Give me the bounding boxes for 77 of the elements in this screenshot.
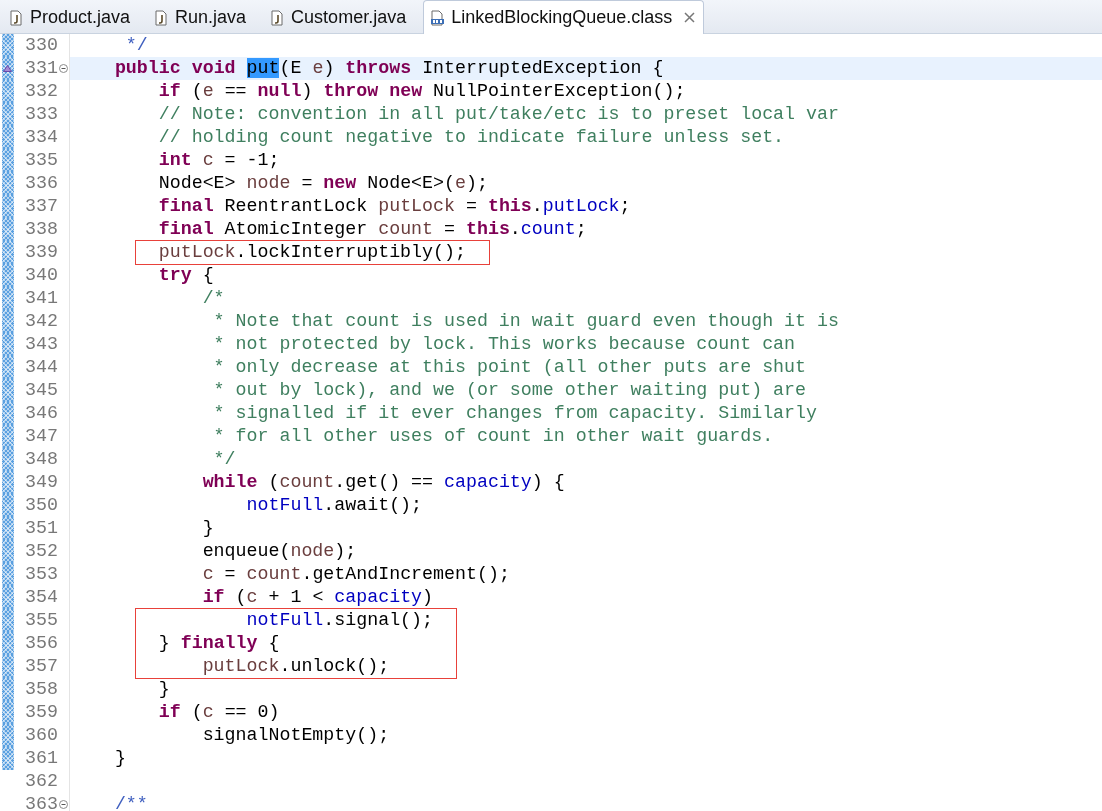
file-icon bbox=[430, 9, 446, 26]
editor-tab[interactable]: Run.java bbox=[147, 1, 262, 33]
line-number: 356 bbox=[24, 632, 58, 655]
line-number: 355 bbox=[24, 609, 58, 632]
code-line: * only decrease at this point (all other puts are shut bbox=[212, 356, 808, 379]
line-number: 339 bbox=[24, 241, 58, 264]
file-icon bbox=[270, 9, 286, 26]
line-number: 351 bbox=[24, 517, 58, 540]
line-number: 359 bbox=[24, 701, 58, 724]
collapse-icon[interactable] bbox=[59, 800, 68, 809]
line-number: 350 bbox=[24, 494, 58, 517]
code-line: * not protected by lock. This works because count can bbox=[212, 333, 797, 356]
code-line: * out by lock), and we (or some other waiting put) are bbox=[212, 379, 808, 402]
file-icon bbox=[154, 9, 170, 26]
line-number: 338 bbox=[24, 218, 58, 241]
code-line: notFull.await(); bbox=[245, 494, 424, 517]
line-number: 353 bbox=[24, 563, 58, 586]
code-line: } bbox=[157, 678, 171, 701]
code-line: } bbox=[113, 747, 127, 770]
editor-tab[interactable]: LinkedBlockingQueue.class bbox=[423, 0, 705, 34]
line-number: 341 bbox=[24, 287, 58, 310]
line-number: 332 bbox=[24, 80, 58, 103]
line-number: 348 bbox=[24, 448, 58, 471]
code-line: /** bbox=[113, 793, 149, 811]
line-number: 346 bbox=[24, 402, 58, 425]
code-line: while (count.get() == capacity) { bbox=[201, 471, 566, 494]
code-line: * for all other uses of count in other wait guards. bbox=[212, 425, 775, 448]
code-line: final ReentrantLock putLock = this.putLock; bbox=[157, 195, 632, 218]
line-number: 360 bbox=[24, 724, 58, 747]
line-number: 334 bbox=[24, 126, 58, 149]
code-line: */ bbox=[124, 34, 149, 57]
code-line: final AtomicInteger count = this.count; bbox=[157, 218, 588, 241]
line-number: 361 bbox=[24, 747, 58, 770]
code-line: putLock.unlock(); bbox=[201, 655, 391, 678]
collapse-icon[interactable] bbox=[59, 64, 68, 73]
code-line: Node<E> node = new Node<E>(e); bbox=[157, 172, 489, 195]
code-line: // holding count negative to indicate failure unless set. bbox=[157, 126, 786, 149]
line-number: 354 bbox=[24, 586, 58, 609]
code-line: /* bbox=[201, 287, 226, 310]
line-number: 357 bbox=[24, 655, 58, 678]
line-number: 358 bbox=[24, 678, 58, 701]
line-number: 335 bbox=[24, 149, 58, 172]
line-number: 349 bbox=[24, 471, 58, 494]
line-number: 352 bbox=[24, 540, 58, 563]
line-number: 343 bbox=[24, 333, 58, 356]
line-number: 340 bbox=[24, 264, 58, 287]
line-number: 362 bbox=[24, 770, 58, 793]
code-line: notFull.signal(); bbox=[245, 609, 435, 632]
code-line: try { bbox=[157, 264, 215, 287]
code-line: if (c + 1 < capacity) bbox=[201, 586, 435, 609]
code-line: int c = -1; bbox=[157, 149, 281, 172]
code-line: signalNotEmpty(); bbox=[201, 724, 391, 747]
code-line: * Note that count is used in wait guard even though it is bbox=[212, 310, 840, 333]
code-line: enqueue(node); bbox=[201, 540, 358, 563]
line-number: 330 bbox=[24, 34, 58, 57]
line-number: 331 bbox=[24, 57, 58, 80]
code-line: c = count.getAndIncrement(); bbox=[201, 563, 511, 586]
file-icon bbox=[9, 9, 24, 26]
code-line: putLock.lockInterruptibly(); bbox=[157, 241, 467, 264]
line-number: 333 bbox=[24, 103, 58, 126]
line-number: 342 bbox=[24, 310, 58, 333]
line-number: 336 bbox=[24, 172, 58, 195]
code-line: } finally { bbox=[157, 632, 281, 655]
editor-tab[interactable]: Product.java bbox=[2, 1, 146, 33]
code-line: if (c == 0) bbox=[157, 701, 281, 724]
line-number: 363 bbox=[24, 793, 58, 811]
close-icon[interactable] bbox=[684, 12, 696, 23]
line-number: 337 bbox=[24, 195, 58, 218]
code-line: } bbox=[201, 517, 215, 540]
line-number: 345 bbox=[24, 379, 58, 402]
line-number: 344 bbox=[24, 356, 58, 379]
code-line: if (e == null) throw new NullPointerException(); bbox=[157, 80, 687, 103]
code-line: // Note: convention in all put/take/etc is to preset local var bbox=[157, 103, 840, 126]
code-line: */ bbox=[212, 448, 237, 471]
editor-tab[interactable]: Customer.java bbox=[263, 1, 422, 33]
code-line: * signalled if it ever changes from capacity. Similarly bbox=[212, 402, 818, 425]
line-number: 347 bbox=[24, 425, 58, 448]
